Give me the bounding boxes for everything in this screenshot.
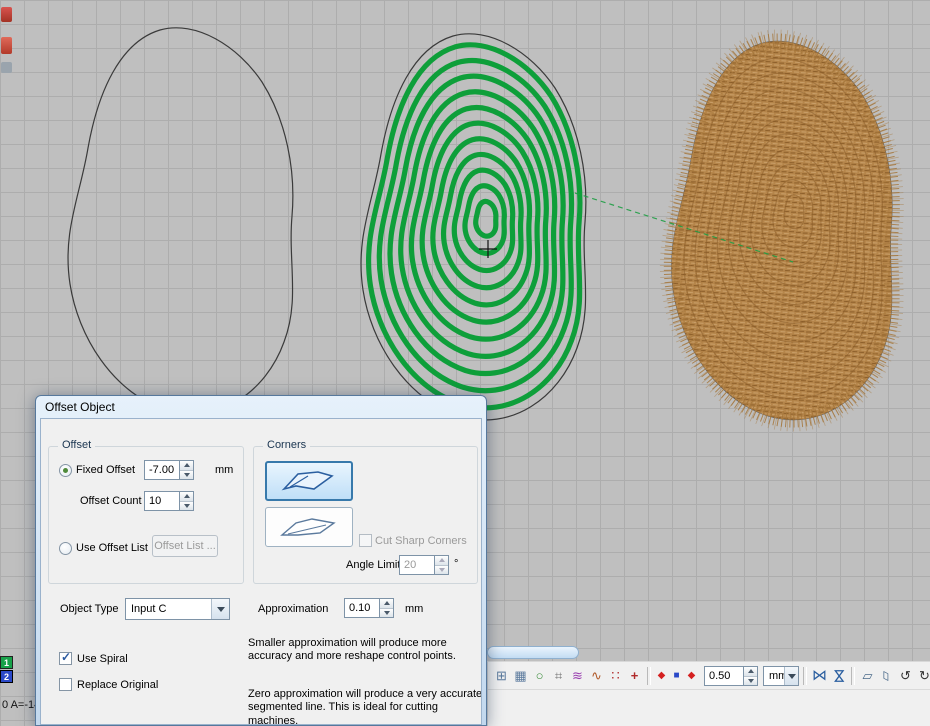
connector-view-icon[interactable]: ∿	[588, 666, 605, 686]
fixed-offset-spin-down-button[interactable]	[180, 471, 193, 480]
sharp-corner-preview-icon	[278, 467, 340, 495]
stitch-width-stepper: 0.50	[704, 666, 758, 686]
offset-count-stepper: 10	[144, 491, 194, 511]
color-palette: 1 2	[0, 656, 13, 684]
use-offset-list-radio[interactable]	[59, 542, 72, 555]
grid-icon[interactable]: ⊞	[493, 666, 510, 686]
toolbar-separator	[647, 667, 651, 685]
palette-color-1[interactable]: 1	[0, 656, 13, 669]
unit-dropdown-button[interactable]	[784, 667, 798, 685]
skew-horizontal-icon[interactable]: ▱	[859, 666, 876, 686]
toolbar-divider	[488, 689, 930, 690]
dialog-client-area: Offset Fixed Offset -7.00 mm Offset Coun…	[40, 418, 482, 725]
use-spiral-label: Use Spiral	[77, 653, 128, 665]
approximation-stepper: 0.10	[344, 598, 394, 618]
end-marker-icon[interactable]: ◆	[685, 666, 698, 686]
fixed-offset-spin-up-button[interactable]	[180, 461, 193, 471]
angle-limit-label: Angle Limit	[346, 559, 400, 571]
offset-object-dialog: Offset Object Offset Fixed Offset -7.00 …	[35, 395, 487, 726]
spiral-offset-preview[interactable]	[369, 45, 580, 408]
current-color-icon[interactable]: ■	[670, 666, 683, 686]
approximation-spin-down-button[interactable]	[380, 609, 393, 618]
corners-group-label: Corners	[263, 439, 310, 451]
approximation-info-text-1: Smaller approximation will produce more …	[248, 637, 482, 664]
rotate-ccw-icon[interactable]: ↺	[897, 666, 914, 686]
ruler-icon[interactable]: ⌗	[550, 666, 567, 686]
offset-count-field[interactable]: 10	[144, 491, 180, 511]
approximation-field[interactable]: 0.10	[344, 598, 380, 618]
application-window: 1 2 0 A=-14 ⊞ ▦ ○ ⌗ ≋ ∿ ∷ + ◆ ■ ◆ 0.50	[0, 0, 930, 726]
angle-limit-stepper: 20	[399, 555, 449, 575]
offset-list-button[interactable]: Offset List ...	[152, 535, 218, 557]
mirror-horizontal-icon[interactable]: ⋈	[811, 666, 828, 686]
left-tool-icon-1[interactable]	[1, 7, 12, 22]
width-spin-up-button[interactable]	[744, 667, 757, 677]
toolbar-separator	[851, 667, 855, 685]
overlap-icon[interactable]: ▦	[512, 666, 529, 686]
object-type-value: Input C	[131, 603, 166, 615]
cut-sharp-corners-label: Cut Sharp Corners	[375, 535, 467, 547]
angle-limit-unit-label: °	[454, 558, 458, 570]
fixed-offset-label: Fixed Offset	[76, 464, 135, 476]
replace-original-checkbox[interactable]	[59, 678, 72, 691]
object-type-label: Object Type	[60, 603, 119, 615]
stitch-width-field[interactable]: 0.50	[704, 666, 744, 686]
toolbar-separator	[803, 667, 807, 685]
angle-limit-spin-down-button[interactable]	[435, 566, 448, 575]
angle-limit-field[interactable]: 20	[399, 555, 435, 575]
offset-count-label: Offset Count	[80, 495, 142, 507]
offset-group-label: Offset	[58, 439, 95, 451]
dialog-title-bar[interactable]: Offset Object	[36, 396, 486, 418]
fixed-offset-field[interactable]: -7.00	[144, 460, 180, 480]
hoop-icon[interactable]: ○	[531, 666, 548, 686]
offset-count-spin-up-button[interactable]	[180, 492, 193, 502]
fixed-offset-unit-label: mm	[215, 464, 233, 476]
mirror-vertical-icon[interactable]: ⋈	[829, 668, 849, 685]
cut-sharp-corners-checkbox[interactable]	[359, 534, 372, 547]
left-tool-icon-3[interactable]	[1, 62, 12, 73]
use-offset-list-label: Use Offset List	[76, 542, 148, 554]
stitched-shape[interactable]	[672, 41, 892, 419]
stitch-view-icon[interactable]: ≋	[569, 666, 586, 686]
crosshair-cursor	[479, 240, 497, 258]
chevron-down-icon	[217, 607, 225, 612]
use-spiral-checkbox[interactable]	[59, 652, 72, 665]
approximation-unit-label: mm	[405, 603, 423, 615]
fixed-offset-stepper: -7.00	[144, 460, 194, 480]
palette-color-2[interactable]: 2	[0, 670, 13, 683]
outline-shape[interactable]	[68, 28, 293, 414]
corner-style-sharp-button[interactable]	[265, 461, 353, 501]
object-type-dropdown-button[interactable]	[211, 599, 229, 619]
bevel-corner-preview-icon	[278, 513, 340, 541]
fixed-offset-radio[interactable]	[59, 464, 72, 477]
offset-group: Offset Fixed Offset -7.00 mm Offset Coun…	[48, 446, 244, 584]
rotate-cw-icon[interactable]: ↻	[916, 666, 930, 686]
approximation-spin-up-button[interactable]	[380, 599, 393, 609]
left-tool-icon-2[interactable]	[1, 37, 12, 54]
needle-point-icon[interactable]: ∷	[607, 666, 624, 686]
angle-limit-spin-up-button[interactable]	[435, 556, 448, 566]
tie-off-icon[interactable]: +	[626, 666, 643, 686]
chevron-down-icon	[788, 674, 796, 679]
approximation-label: Approximation	[258, 603, 328, 615]
corners-group: Corners Cut Sharp Corners Angle Limit	[253, 446, 478, 584]
horizontal-scrollbar-thumb[interactable]	[487, 646, 579, 659]
unit-dropdown[interactable]: mm	[763, 666, 799, 686]
approximation-info-text-2: Zero approximation will produce a very a…	[248, 688, 482, 725]
skew-vertical-icon[interactable]: ▱	[877, 668, 897, 685]
bottom-toolbar: ⊞ ▦ ○ ⌗ ≋ ∿ ∷ + ◆ ■ ◆ 0.50 mm	[487, 661, 930, 726]
start-marker-icon[interactable]: ◆	[655, 666, 668, 686]
offset-count-spin-down-button[interactable]	[180, 502, 193, 511]
corner-style-bevel-button[interactable]	[265, 507, 353, 547]
object-type-dropdown[interactable]: Input C	[125, 598, 230, 620]
replace-original-label: Replace Original	[77, 679, 158, 691]
width-spin-down-button[interactable]	[744, 677, 757, 686]
